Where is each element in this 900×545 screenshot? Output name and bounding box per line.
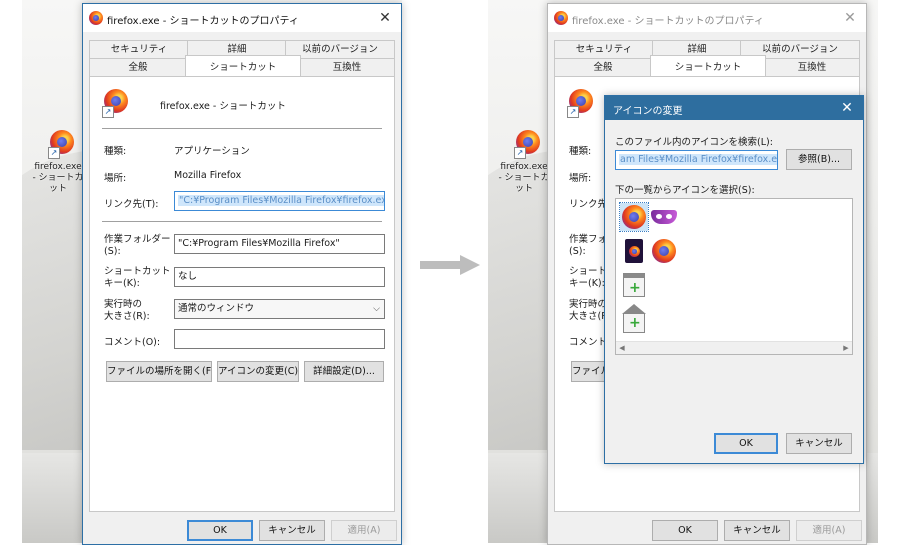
firefox-icon: [89, 11, 103, 25]
change-icon-button[interactable]: アイコンの変更(C)...: [217, 361, 299, 382]
divider: [102, 221, 382, 222]
type-label: 種類:: [569, 146, 592, 157]
icon-option-firefox-dark[interactable]: [620, 237, 648, 265]
close-icon[interactable]: ✕: [837, 98, 857, 118]
icon-option-firefox-2[interactable]: [650, 237, 678, 265]
tab-security[interactable]: セキュリティ: [89, 40, 189, 58]
advanced-button[interactable]: 詳細設定(D)...: [304, 361, 384, 382]
desktop-shortcut-firefox[interactable]: ↗ firefox.exe - ショートカット: [28, 130, 88, 195]
shortcut-arrow-icon: ↗: [48, 147, 60, 159]
divider: [102, 128, 382, 129]
shortcut-arrow-icon: ↗: [567, 106, 579, 118]
tab-general[interactable]: 全般: [89, 58, 187, 76]
title-bar[interactable]: firefox.exe - ショートカットのプロパティ ✕: [83, 4, 401, 32]
target-label: リンク先(T):: [104, 199, 159, 210]
desktop-icon-label: firefox.exe: [500, 162, 548, 172]
tab-row-2: 全般 ショートカット 互換性: [548, 55, 866, 76]
start-in-label: 作業フォルダー (S):: [104, 234, 171, 257]
tab-compatibility[interactable]: 互換性: [764, 58, 860, 76]
properties-window: firefox.exe - ショートカットのプロパティ ✕ セキュリティ 詳細 …: [82, 3, 402, 545]
desktop-shortcut-firefox[interactable]: ↗ firefox.exe - ショートカット: [494, 130, 554, 195]
type-label: 種類:: [104, 146, 127, 157]
hotkey-label: ショートカット キー(K):: [104, 266, 171, 289]
close-icon[interactable]: ✕: [840, 8, 860, 28]
shortcut-name: firefox.exe - ショートカット: [160, 101, 286, 112]
dialog-title-bar[interactable]: アイコンの変更 ✕: [605, 96, 863, 120]
type-value: アプリケーション: [174, 146, 250, 157]
arrow-right-icon: [420, 255, 480, 275]
title-bar[interactable]: firefox.exe - ショートカットのプロパティ ✕: [548, 4, 866, 32]
change-icon-dialog: アイコンの変更 ✕ このファイル内のアイコンを検索(L): am Files¥M…: [604, 95, 864, 464]
shortcut-arrow-icon: ↗: [102, 106, 114, 118]
icon-list-label: 下の一覧からアイコンを選択(S):: [615, 185, 755, 196]
open-file-location-button[interactable]: ファイルの場所を開く(F): [106, 361, 212, 382]
close-icon[interactable]: ✕: [375, 8, 395, 28]
desktop-icon-label: firefox.exe: [34, 162, 82, 172]
comment-label: コメント(O):: [104, 337, 161, 348]
new-tab-home-icon: +: [622, 304, 646, 333]
search-label: このファイル内のアイコンを検索(L):: [615, 137, 773, 148]
tab-general[interactable]: 全般: [554, 58, 652, 76]
firefox-icon: [554, 11, 568, 25]
firefox-icon: [652, 239, 676, 263]
scroll-right-icon[interactable]: ▶: [840, 342, 852, 354]
apply-button[interactable]: 適用(A): [331, 520, 397, 541]
location-label: 場所:: [569, 173, 592, 184]
cancel-button[interactable]: キャンセル: [259, 520, 325, 541]
icon-list[interactable]: + + ◀ ▶: [615, 198, 853, 355]
run-dropdown[interactable]: 通常のウィンドウ ⌵: [174, 299, 385, 319]
tab-shortcut[interactable]: ショートカット: [185, 55, 301, 76]
ok-button[interactable]: OK: [187, 520, 253, 541]
run-label: 実行時の 大きさ(R):: [104, 299, 150, 322]
window-title: firefox.exe - ショートカットのプロパティ: [107, 16, 299, 27]
tab-security[interactable]: セキュリティ: [554, 40, 654, 58]
dialog-cancel-button[interactable]: キャンセル: [786, 433, 852, 454]
desktop-icon-label-2: - ショートカット: [32, 173, 84, 194]
shortcut-arrow-icon: ↗: [514, 147, 526, 159]
browse-button[interactable]: 参照(B)...: [786, 149, 852, 170]
tab-compatibility[interactable]: 互換性: [299, 58, 395, 76]
comment-field[interactable]: [174, 329, 385, 349]
hotkey-field[interactable]: なし: [174, 267, 385, 287]
target-field[interactable]: "C:¥Program Files¥Mozilla Firefox¥firefo…: [174, 191, 385, 211]
icon-option-new-tab[interactable]: +: [620, 304, 648, 333]
tab-shortcut[interactable]: ショートカット: [650, 55, 766, 76]
icon-option-firefox[interactable]: [619, 202, 649, 232]
private-mask-icon: [651, 210, 677, 224]
new-window-icon: +: [623, 273, 645, 297]
run-value: 通常のウィンドウ: [178, 303, 255, 314]
scroll-left-icon[interactable]: ◀: [616, 342, 628, 354]
icon-file-path-value: am Files¥Mozilla Firefox¥firefox.exe: [619, 154, 777, 165]
tab-row-2: 全般 ショートカット 互換性: [83, 55, 401, 76]
target-value: "C:¥Program Files¥Mozilla Firefox¥firefo…: [178, 195, 384, 206]
tab-previous-versions[interactable]: 以前のバージョン: [285, 40, 395, 58]
icon-file-path-field[interactable]: am Files¥Mozilla Firefox¥firefox.exe: [615, 150, 778, 170]
dialog-title: アイコンの変更: [613, 106, 683, 117]
apply-button[interactable]: 適用(A): [796, 520, 862, 541]
desktop-icon-label-2: - ショートカット: [498, 173, 550, 194]
location-label: 場所:: [104, 173, 127, 184]
window-title: firefox.exe - ショートカットのプロパティ: [572, 16, 764, 27]
cancel-button[interactable]: キャンセル: [724, 520, 790, 541]
start-in-field[interactable]: "C:¥Program Files¥Mozilla Firefox": [174, 234, 385, 254]
firefox-icon: [629, 246, 640, 257]
firefox-icon: [622, 205, 646, 229]
chevron-down-icon: ⌵: [373, 304, 380, 314]
icon-option-new-window[interactable]: +: [620, 271, 648, 299]
tab-panel-shortcut: ↗ firefox.exe - ショートカット 種類: アプリケーション 場所:…: [89, 76, 395, 512]
icon-option-private[interactable]: [650, 203, 678, 231]
dialog-ok-button[interactable]: OK: [714, 433, 778, 454]
ok-button[interactable]: OK: [652, 520, 718, 541]
horizontal-scrollbar[interactable]: ◀ ▶: [616, 341, 852, 354]
location-value: Mozilla Firefox: [174, 170, 242, 181]
